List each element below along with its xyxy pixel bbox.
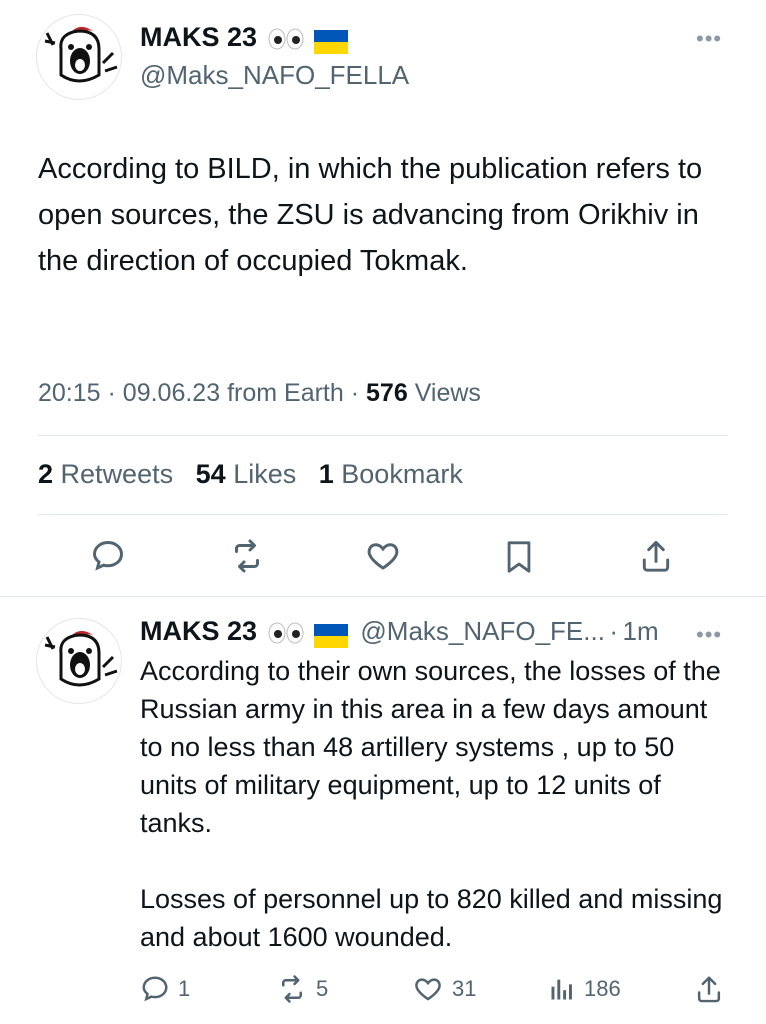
divider: [38, 435, 728, 436]
like-icon[interactable]: [364, 538, 402, 574]
nafo-fella-avatar-image: [44, 630, 118, 687]
separator-dot: ·: [609, 616, 619, 646]
views-icon: [548, 974, 576, 1004]
share-icon[interactable]: [638, 538, 674, 576]
reply-author-name[interactable]: MAKS 23: [140, 616, 257, 646]
likes-label: Likes: [233, 459, 297, 489]
ukraine-flag-icon: [313, 623, 348, 648]
bookmarks-label: Bookmark: [341, 459, 463, 489]
eyes-emoji-icon: [267, 622, 305, 649]
engagement-stats: 2 Retweets 54 Likes 1 Bookmark: [38, 459, 463, 490]
retweets-label: Retweets: [60, 459, 174, 489]
eyes-emoji-icon: [267, 28, 305, 55]
reply-share-icon[interactable]: [694, 974, 724, 1006]
likes-stat[interactable]: 54 Likes: [196, 459, 297, 489]
bookmark-icon[interactable]: [502, 538, 536, 576]
views-label: Views: [414, 379, 481, 407]
tweet-meta: 20:15 · 09.06.23 from Earth · 576 Views: [38, 379, 481, 408]
nafo-fella-avatar-image: [44, 26, 118, 83]
reply-author-handle[interactable]: @Maks_NAFO_FE...: [360, 616, 605, 646]
tweet-time[interactable]: 20:15: [38, 379, 101, 407]
tweet-text: According to BILD, in which the publicat…: [38, 153, 703, 277]
reply-text: According to their own sources, the loss…: [140, 656, 723, 952]
retweets-count: 2: [38, 459, 54, 489]
retweet-icon[interactable]: [228, 538, 266, 574]
views-count: 186: [584, 976, 621, 1001]
reply-more-options-icon[interactable]: •••: [696, 622, 722, 648]
divider: [38, 514, 728, 515]
reply-retweet-button[interactable]: 5: [276, 974, 328, 1004]
reply-icon[interactable]: [90, 538, 126, 574]
reply-count: 1: [178, 976, 191, 1001]
bookmarks-stat[interactable]: 1 Bookmark: [319, 459, 463, 489]
separator-dot: ·: [350, 379, 360, 407]
retweet-icon: [276, 974, 308, 1004]
reply-icon: [140, 974, 170, 1004]
more-options-icon[interactable]: •••: [696, 26, 722, 52]
author-avatar[interactable]: [36, 14, 122, 100]
views-count: 576: [366, 379, 408, 407]
bookmarks-count: 1: [318, 459, 334, 489]
ukraine-flag-icon: [313, 29, 348, 54]
author-name[interactable]: MAKS 23: [140, 22, 257, 52]
reply-time-ago[interactable]: 1m: [623, 616, 659, 646]
reply-reply-button[interactable]: 1: [140, 974, 190, 1004]
like-count: 31: [452, 976, 477, 1001]
reply-like-button[interactable]: 31: [412, 974, 476, 1004]
author-name-row[interactable]: MAKS 23: [140, 22, 348, 55]
section-divider: [0, 596, 766, 597]
reply-author-avatar[interactable]: [36, 618, 122, 704]
separator-dot: ·: [107, 379, 116, 407]
retweets-stat[interactable]: 2 Retweets: [38, 459, 173, 489]
tweet-source: from Earth: [227, 379, 344, 407]
likes-count: 54: [195, 459, 226, 489]
tweet-date[interactable]: 09.06.23: [123, 379, 220, 407]
retweet-count: 5: [316, 976, 329, 1001]
like-icon: [412, 974, 444, 1004]
reply-views-button[interactable]: 186: [548, 974, 621, 1004]
reply-header: MAKS 23 @Maks_NAFO_FE... · 1m: [140, 616, 659, 649]
author-handle[interactable]: @Maks_NAFO_FELLA: [140, 60, 409, 91]
